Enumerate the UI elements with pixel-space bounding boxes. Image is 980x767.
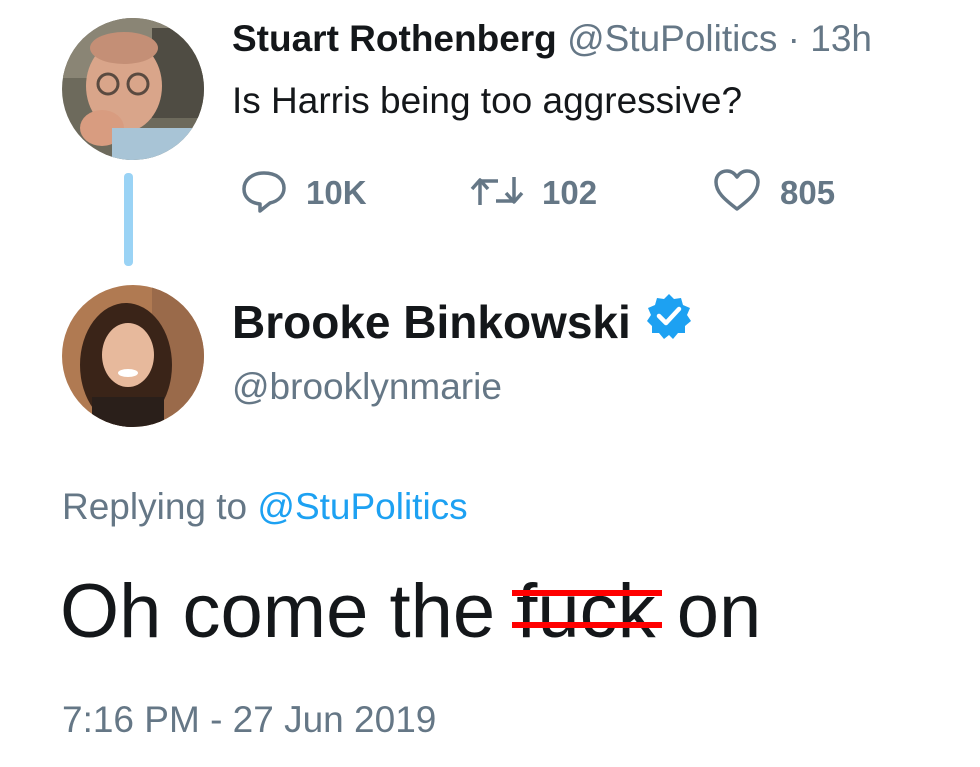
parent-tweet-header: Stuart Rothenberg @StuPolitics · 13h bbox=[232, 17, 872, 61]
censor-bar-bottom bbox=[512, 622, 662, 628]
heart-icon bbox=[712, 167, 762, 220]
reply-author-name-row: Brooke Binkowski bbox=[232, 292, 693, 352]
censored-word-text: fuck bbox=[516, 569, 656, 654]
reply-author-handle[interactable]: @brooklynmarie bbox=[232, 365, 502, 409]
reply-author-name[interactable]: Brooke Binkowski bbox=[232, 294, 631, 350]
reply-timestamp[interactable]: 7:16 PM - 27 Jun 2019 bbox=[62, 698, 436, 742]
replying-to-mention-link[interactable]: @StuPolitics bbox=[257, 486, 467, 527]
retweet-count: 102 bbox=[542, 174, 598, 211]
verified-badge-icon bbox=[645, 292, 693, 352]
reply-button[interactable]: 10K bbox=[240, 165, 367, 221]
stuart-avatar[interactable] bbox=[62, 18, 204, 160]
tweet-text-before: Oh come the bbox=[60, 569, 496, 654]
brooke-avatar[interactable] bbox=[62, 285, 204, 427]
replying-to-line: Replying to @StuPolitics bbox=[62, 485, 468, 529]
parent-author-name[interactable]: Stuart Rothenberg bbox=[232, 18, 557, 59]
tweet-text-after: on bbox=[676, 569, 762, 654]
reply-icon bbox=[240, 167, 288, 220]
censored-word: fuck bbox=[512, 568, 662, 656]
parent-tweet-time[interactable]: 13h bbox=[810, 18, 872, 59]
like-count: 805 bbox=[780, 174, 836, 211]
like-button[interactable]: 805 bbox=[712, 165, 835, 221]
parent-author-handle[interactable]: @StuPolitics bbox=[567, 18, 777, 59]
reply-tweet-text: Oh come the fuck on bbox=[60, 568, 761, 656]
censor-bar-top bbox=[512, 590, 662, 596]
reply-count: 10K bbox=[306, 174, 367, 211]
parent-tweet-text: Is Harris being too aggressive? bbox=[232, 80, 743, 121]
parent-tweet-actions: 10K 102 805 bbox=[0, 165, 980, 221]
replying-to-label: Replying to bbox=[62, 486, 248, 527]
retweet-button[interactable]: 102 bbox=[470, 165, 597, 221]
header-separator: · bbox=[787, 18, 800, 59]
retweet-icon bbox=[470, 167, 524, 220]
